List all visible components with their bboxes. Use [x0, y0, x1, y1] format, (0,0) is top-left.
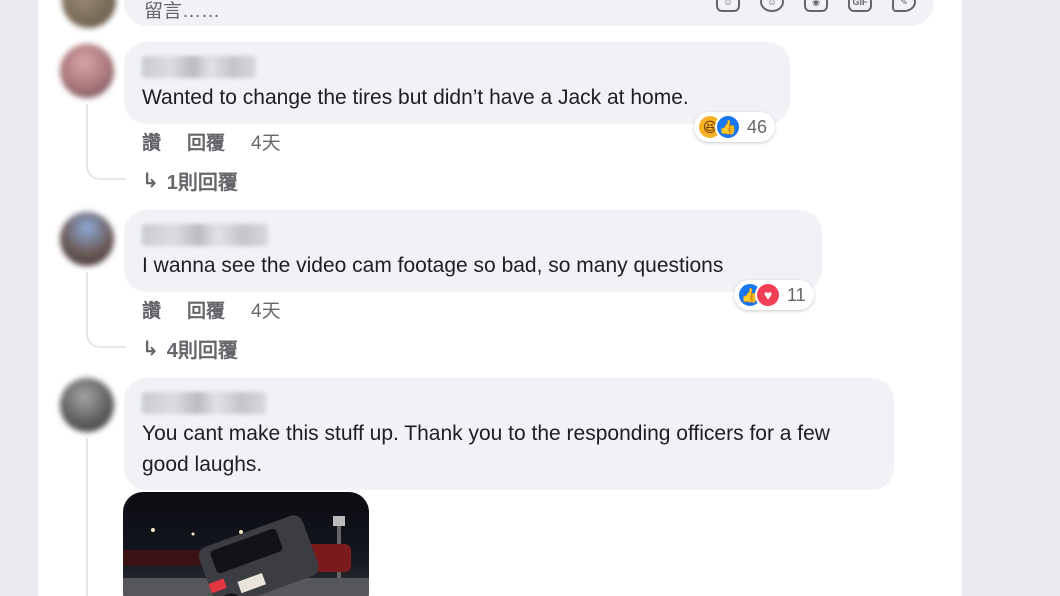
reply-button[interactable]: 回覆 [187, 128, 225, 155]
comment-text: You cant make this stuff up. Thank you t… [142, 422, 830, 476]
emoji-icon[interactable]: ☺ [760, 0, 784, 12]
commenter-avatar[interactable] [60, 212, 114, 266]
author-name-redacted[interactable] [142, 392, 266, 414]
car-crash-photo [123, 515, 369, 596]
comment-photo[interactable] [123, 492, 369, 596]
reply-arrow-icon: ↳ [142, 338, 159, 360]
view-replies-link[interactable]: ↳ 1則回覆 [142, 166, 238, 195]
like-button[interactable]: 讚 [142, 128, 161, 155]
comment-bubble: Wanted to change the tires but didn’t ha… [124, 42, 790, 124]
reply-button[interactable]: 回覆 [187, 296, 225, 323]
like-button[interactable]: 讚 [142, 296, 161, 323]
thread-line [86, 438, 88, 596]
commenter-avatar[interactable] [60, 378, 114, 432]
current-user-avatar [62, 0, 116, 28]
comment-text: Wanted to change the tires but didn’t ha… [142, 86, 689, 109]
reaction-count: 11 [787, 284, 806, 305]
replies-count-label: 4則回覆 [166, 340, 238, 362]
composer-tools: ☺ ☺ ◉ GIF ✎ [716, 0, 916, 12]
comment-actions: 讚 回覆 4天 [142, 128, 281, 155]
gif-icon[interactable]: GIF [848, 0, 872, 12]
thread-connector [86, 150, 126, 180]
thread-connector [86, 318, 126, 348]
replies-count-label: 1則回覆 [166, 172, 238, 194]
author-name-redacted[interactable] [142, 224, 268, 246]
reaction-summary[interactable]: 😆 👍 46 [694, 112, 776, 142]
like-icon: 👍 [715, 114, 741, 140]
comment-actions: 讚 回覆 4天 [142, 296, 281, 323]
sticker-pen-icon[interactable]: ✎ [892, 0, 916, 12]
comments-panel: 留言…… ☺ ☺ ◉ GIF ✎ Wanted to change the ti… [38, 0, 962, 596]
thread-line [86, 104, 88, 154]
author-name-redacted[interactable] [142, 56, 256, 78]
sticker-icon[interactable]: ☺ [716, 0, 740, 12]
comment-composer[interactable]: 留言…… ☺ ☺ ◉ GIF ✎ [124, 0, 934, 26]
thread-line [86, 272, 88, 322]
reply-arrow-icon: ↳ [142, 170, 159, 192]
comment-bubble: I wanna see the video cam footage so bad… [124, 210, 822, 292]
reaction-count: 46 [747, 116, 768, 137]
reaction-summary[interactable]: 👍 ♥ 11 [734, 280, 814, 310]
comment-timestamp[interactable]: 4天 [251, 128, 281, 155]
comment-input-placeholder: 留言…… [144, 1, 221, 22]
camera-icon[interactable]: ◉ [804, 0, 828, 12]
view-replies-link[interactable]: ↳ 4則回覆 [142, 334, 238, 363]
comment-text: I wanna see the video cam footage so bad… [142, 254, 724, 277]
comment-bubble: You cant make this stuff up. Thank you t… [124, 378, 894, 490]
comment-timestamp[interactable]: 4天 [251, 296, 281, 323]
commenter-avatar[interactable] [60, 44, 114, 98]
love-icon: ♥ [755, 282, 781, 308]
